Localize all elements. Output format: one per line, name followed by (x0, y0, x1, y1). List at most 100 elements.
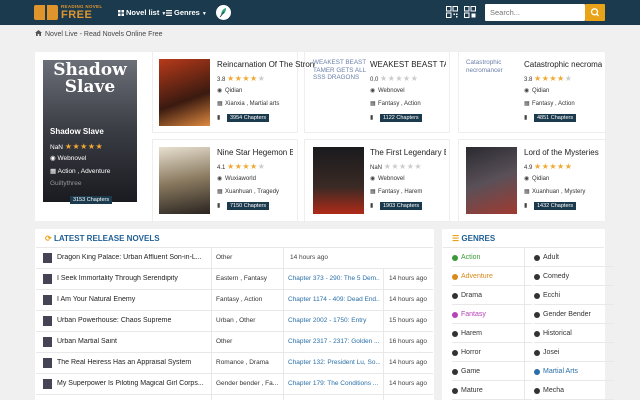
novel-title[interactable]: Lord of the Mysteries (524, 148, 602, 157)
search-button[interactable] (585, 4, 605, 21)
row-time: 14 hours ago (389, 275, 427, 282)
check-circle-icon (534, 255, 540, 261)
genre-item[interactable]: Ecchi (534, 286, 614, 305)
breadcrumb-text: Novel Live - Read Novels Online Free (45, 31, 163, 38)
genre-label: Adventure (461, 273, 493, 280)
genre-item[interactable]: Adult (534, 248, 614, 267)
home-icon[interactable] (35, 30, 42, 38)
novel-cover-alt[interactable]: WEAKEST BEAST TAMER GETS ALL SSS DRAGONS (313, 59, 367, 82)
novel-cover-alt[interactable]: Catastrophic necromancer (466, 59, 520, 74)
check-circle-icon (452, 312, 458, 318)
row-novel-name[interactable]: Urban Martial Saint (57, 338, 217, 345)
row-category: Eastern , Fantasy (216, 275, 267, 282)
genre-item[interactable]: Mature (452, 381, 532, 400)
star-rating: ★★★★★ (227, 74, 266, 83)
row-chapter[interactable]: Chapter 1174 - 409: Dead End... (288, 296, 380, 303)
novel-title[interactable]: The First Legendary Beast Master (370, 148, 446, 157)
book-icon: ▮ (217, 203, 221, 209)
table-row[interactable]: Urban Powerhouse: Chaos Supreme Urban , O… (36, 311, 433, 332)
genre-item[interactable]: Action (452, 248, 532, 267)
novel-cover[interactable] (466, 147, 517, 214)
check-circle-icon (534, 293, 540, 299)
row-novel-name[interactable]: The Real Heiress Has an Appraisal System (57, 359, 217, 366)
novel-cover[interactable] (159, 147, 210, 214)
row-novel-name[interactable]: Dragon King Palace: Urban Affluent Son-i… (57, 254, 217, 261)
grid-icon (118, 9, 124, 16)
qr-code-icon[interactable] (446, 6, 458, 18)
table-row[interactable]: Urban Martial Saint Other Chapter 2317 - 2… (36, 332, 433, 353)
hero-title[interactable]: Shadow Slave (50, 127, 104, 136)
genre-item[interactable]: Mecha (534, 381, 614, 400)
chapter-count-badge: 1432 Chapters (534, 202, 577, 210)
check-circle-icon (452, 388, 458, 394)
genre-label: Josei (543, 349, 560, 356)
search-input[interactable] (485, 4, 585, 21)
genre-label: Historical (543, 330, 572, 337)
row-chapter[interactable]: Chapter 2317 - 2317: Golden ... (288, 338, 380, 345)
novel-cover[interactable] (313, 147, 364, 214)
genre-item[interactable]: Horror (452, 343, 532, 362)
novel-title[interactable]: Reincarnation Of The Strongest Sword God (217, 60, 315, 69)
book-icon: ▮ (524, 115, 528, 121)
row-chapter[interactable]: Chapter 179: The Conditions ... (288, 380, 380, 387)
genre-label: Gender Bender (543, 311, 591, 318)
row-chapter[interactable]: Chapter 2002 - 1750: Entry (288, 317, 380, 324)
genre-item[interactable]: Comedy (534, 267, 614, 286)
genres-label: Fantasy , Action (532, 101, 575, 107)
book-icon: ▮ (370, 203, 374, 209)
genre-item[interactable]: Adventure (452, 267, 532, 286)
table-row[interactable]: I Seek Immortality Through Serendipity Ea… (36, 269, 433, 290)
row-time: 14 hours ago (389, 380, 427, 387)
table-row[interactable]: Dragon King Palace: Urban Affluent Son-i… (36, 248, 433, 269)
row-novel-name[interactable]: My Superpower Is Piloting Magical Girl C… (57, 380, 217, 387)
globe-icon: ◉ (217, 88, 223, 94)
logo-line2: FREE (61, 9, 93, 21)
genre-item[interactable]: Fantasy (452, 305, 532, 324)
genre-item[interactable]: Martial Arts (534, 362, 614, 381)
novel-chapters: ▮ (217, 114, 225, 121)
row-novel-name[interactable]: I Am Your Natural Enemy (57, 296, 217, 303)
genre-label: Horror (461, 349, 481, 356)
row-category: Other (216, 338, 233, 345)
table-row[interactable]: The Real Heiress Has an Appraisal System… (36, 353, 433, 374)
chevron-down-icon: ▼ (201, 11, 207, 17)
genre-label: Harem (461, 330, 483, 337)
site-logo[interactable]: READING NOVEL FREE (34, 3, 104, 22)
row-chapter[interactable]: Chapter 132: President Lu, So... (288, 359, 380, 366)
novel-cover[interactable] (159, 59, 210, 126)
table-row[interactable]: I Am Your Natural Enemy Fantasy , Action C… (36, 290, 433, 311)
genre-item[interactable]: Gender Bender (534, 305, 614, 324)
row-time: 16 hours ago (389, 338, 427, 345)
genre-item[interactable]: Game (452, 362, 532, 381)
nav-novel-list[interactable]: Novel list ▼ (118, 8, 166, 17)
row-novel-name[interactable]: Urban Powerhouse: Chaos Supreme (57, 317, 217, 324)
row-novel-name[interactable]: I Seek Immortality Through Serendipity (57, 275, 217, 282)
list-icon: ☰ (452, 234, 460, 243)
check-circle-icon (534, 312, 540, 318)
globe-icon: ◉ (524, 176, 530, 182)
novel-title[interactable]: Nine Star Hegemon Body Art (217, 148, 293, 157)
feather-icon[interactable] (216, 5, 231, 20)
check-circle-icon (534, 350, 540, 356)
row-chapter[interactable]: Chapter 373 - 290: The 5 Dem... (288, 275, 380, 282)
qr-code-icon[interactable] (464, 6, 476, 18)
genre-item[interactable]: Josei (534, 343, 614, 362)
novel-genres: ▦ Xuanhuan , Mystery (524, 188, 585, 195)
nav-genres[interactable]: Genres ▼ (166, 8, 207, 17)
genre-item[interactable]: Harem (452, 324, 532, 343)
genre-item[interactable]: Historical (534, 324, 614, 343)
tag-icon: ▦ (217, 189, 223, 195)
novel-thumbnail (43, 337, 52, 347)
globe-icon: ◉ (217, 176, 223, 182)
novel-title[interactable]: Catastrophic necromancer (524, 60, 602, 69)
novel-thumbnail (43, 358, 52, 368)
source-label: Webnovel (378, 88, 405, 94)
novel-genres: ▦ Xuanhuan , Tragedy (217, 188, 279, 195)
genre-item[interactable]: Drama (452, 286, 532, 305)
novel-title[interactable]: WEAKEST BEAST TAMER GETS ALL SSS DRAGONS (370, 60, 446, 69)
rating-value: 0.0 (370, 77, 379, 83)
table-row[interactable]: My Superpower Is Piloting Magical Girl C… (36, 374, 433, 395)
row-time: 14 hours ago (290, 254, 328, 261)
check-circle-icon (452, 255, 458, 261)
column-divider (211, 248, 212, 400)
